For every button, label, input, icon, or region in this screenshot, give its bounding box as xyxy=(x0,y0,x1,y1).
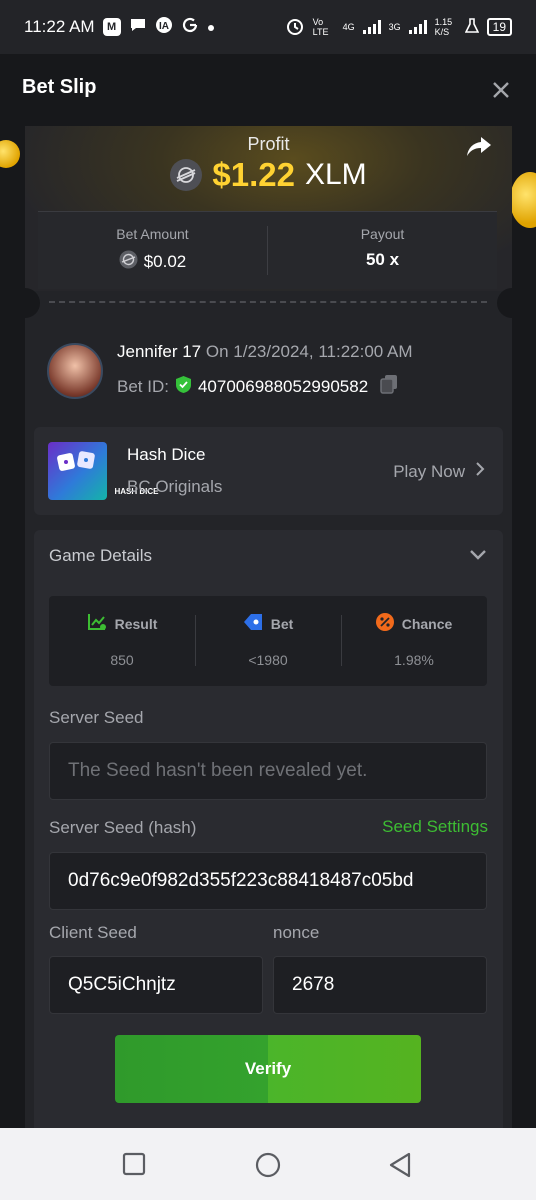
decorative-coin-left xyxy=(0,140,20,168)
page-title: Bet Slip xyxy=(22,76,97,98)
server-seed-label: Server Seed xyxy=(49,708,144,727)
status-bar: 11:22 AM M IA Vo LTE 4G 3G 1.15 K/S 19 xyxy=(0,0,536,54)
bet-amount-row: $0.02 xyxy=(38,250,267,274)
network-4g-label: 4G xyxy=(342,22,355,32)
avatar[interactable] xyxy=(47,343,103,399)
profit-label: Profit xyxy=(247,134,290,154)
client-seed-field[interactable]: Q5C5iChnjtz xyxy=(49,956,263,1014)
home-icon[interactable] xyxy=(255,1152,281,1183)
game-details-panel: Game Details Result 850 Bet <1980 Chance… xyxy=(34,530,503,1136)
chat-notification-icon xyxy=(129,16,147,39)
result-chart-icon xyxy=(87,613,107,634)
bet-date: On 1/23/2024, 11:22:00 AM xyxy=(205,342,413,361)
ticket-notch-left xyxy=(25,288,40,318)
nonce-label: nonce xyxy=(273,923,320,942)
payout-label: Payout xyxy=(360,226,405,242)
verify-button[interactable]: Verify xyxy=(115,1035,421,1103)
server-seed-field[interactable]: The Seed hasn't been revealed yet. xyxy=(49,742,487,800)
app2-notification-icon: IA xyxy=(155,16,173,39)
bet-slip-card: Profit $1.22 XLM Bet Amount $0.02 Payout… xyxy=(25,126,512,1136)
server-hash-label: Server Seed (hash) xyxy=(49,818,197,837)
chevron-right-icon xyxy=(475,461,485,482)
chance-value: 1.98% xyxy=(394,652,434,668)
profit-currency: XLM xyxy=(304,158,367,191)
back-icon[interactable] xyxy=(388,1152,412,1183)
result-value: 850 xyxy=(110,652,134,668)
bet-slip-header: Bet Slip xyxy=(0,54,536,126)
play-now-link[interactable]: Play Now xyxy=(393,461,485,482)
flask-icon xyxy=(464,17,479,37)
bet-amount-value: $0.02 xyxy=(143,252,187,271)
signal-3g-icon xyxy=(408,20,427,34)
ticket-divider xyxy=(49,301,487,303)
bet-value: <1980 xyxy=(248,652,288,668)
result-col: Result 850 xyxy=(49,596,195,686)
seed-settings-link[interactable]: Seed Settings xyxy=(382,817,488,837)
status-time: 11:22 AM xyxy=(24,17,95,36)
result-label: Result xyxy=(114,615,158,632)
dot-icon xyxy=(207,17,215,37)
chance-col: Chance 1.98% xyxy=(341,596,487,686)
network-3g-label: 3G xyxy=(388,22,401,32)
bet-id-line: Bet ID: 407006988052990582 xyxy=(117,374,398,399)
payout-value: 50 x xyxy=(365,250,400,269)
bet-stats: Bet Amount $0.02 Payout 50 x xyxy=(38,211,497,289)
volte-indicator: Vo LTE xyxy=(312,17,329,37)
close-icon[interactable] xyxy=(492,76,510,104)
chance-label: Chance xyxy=(401,615,453,632)
game-provider: BC Originals xyxy=(127,477,223,496)
bet-id-value: 407006988052990582 xyxy=(197,376,369,396)
decorative-coin-right xyxy=(510,172,536,228)
system-nav-bar xyxy=(0,1128,536,1200)
network-speed: 1.15 K/S xyxy=(434,17,453,37)
bet-amount-stat: Bet Amount $0.02 xyxy=(38,212,267,289)
payout-stat: Payout 50 x xyxy=(267,226,497,275)
chevron-down-icon[interactable] xyxy=(469,548,487,566)
bet-id-label: Bet ID: xyxy=(117,376,169,396)
ticket-notch-right xyxy=(497,288,512,318)
user-name[interactable]: Jennifer 17 xyxy=(117,342,201,361)
bet-col: Bet <1980 xyxy=(195,596,341,686)
google-notification-icon xyxy=(181,16,199,39)
game-row[interactable]: HASH DICE Hash Dice BC Originals Play No… xyxy=(34,427,503,515)
profit-row: $1.22 XLM xyxy=(25,156,512,194)
result-summary: Result 850 Bet <1980 Chance 1.98% xyxy=(49,596,487,686)
stellar-xlm-icon xyxy=(170,159,203,191)
nonce-field[interactable]: 2678 xyxy=(273,956,487,1014)
app-notification-icon: M xyxy=(102,18,121,36)
client-seed-label: Client Seed xyxy=(49,923,137,942)
game-details-title: Game Details xyxy=(49,546,152,565)
bet-amount-label: Bet Amount xyxy=(116,226,189,242)
play-now-label: Play Now xyxy=(393,461,465,481)
stellar-small-icon xyxy=(119,250,138,274)
game-name: Hash Dice xyxy=(127,445,206,464)
profit-hero: Profit $1.22 XLM Bet Amount $0.02 Payout… xyxy=(25,126,512,291)
server-hash-field[interactable]: 0d76c9e0f982d355f223c88418487c05bd xyxy=(49,852,487,910)
bet-label: Bet xyxy=(270,615,294,632)
profit-amount: $1.22 xyxy=(212,156,295,193)
recent-apps-icon[interactable] xyxy=(122,1152,146,1181)
share-icon[interactable] xyxy=(466,136,492,163)
percent-icon xyxy=(375,613,394,634)
bet-tag-icon xyxy=(243,613,263,634)
user-line: Jennifer 17 On 1/23/2024, 11:22:00 AM xyxy=(117,342,413,362)
battery-level: 19 xyxy=(486,18,512,36)
signal-4g-icon xyxy=(362,20,381,34)
svg-text:IA: IA xyxy=(159,21,169,32)
alarm-icon xyxy=(285,16,305,39)
verified-shield-icon xyxy=(175,375,192,399)
copy-icon[interactable] xyxy=(374,374,398,399)
hash-dice-thumbnail[interactable]: HASH DICE xyxy=(48,442,159,500)
